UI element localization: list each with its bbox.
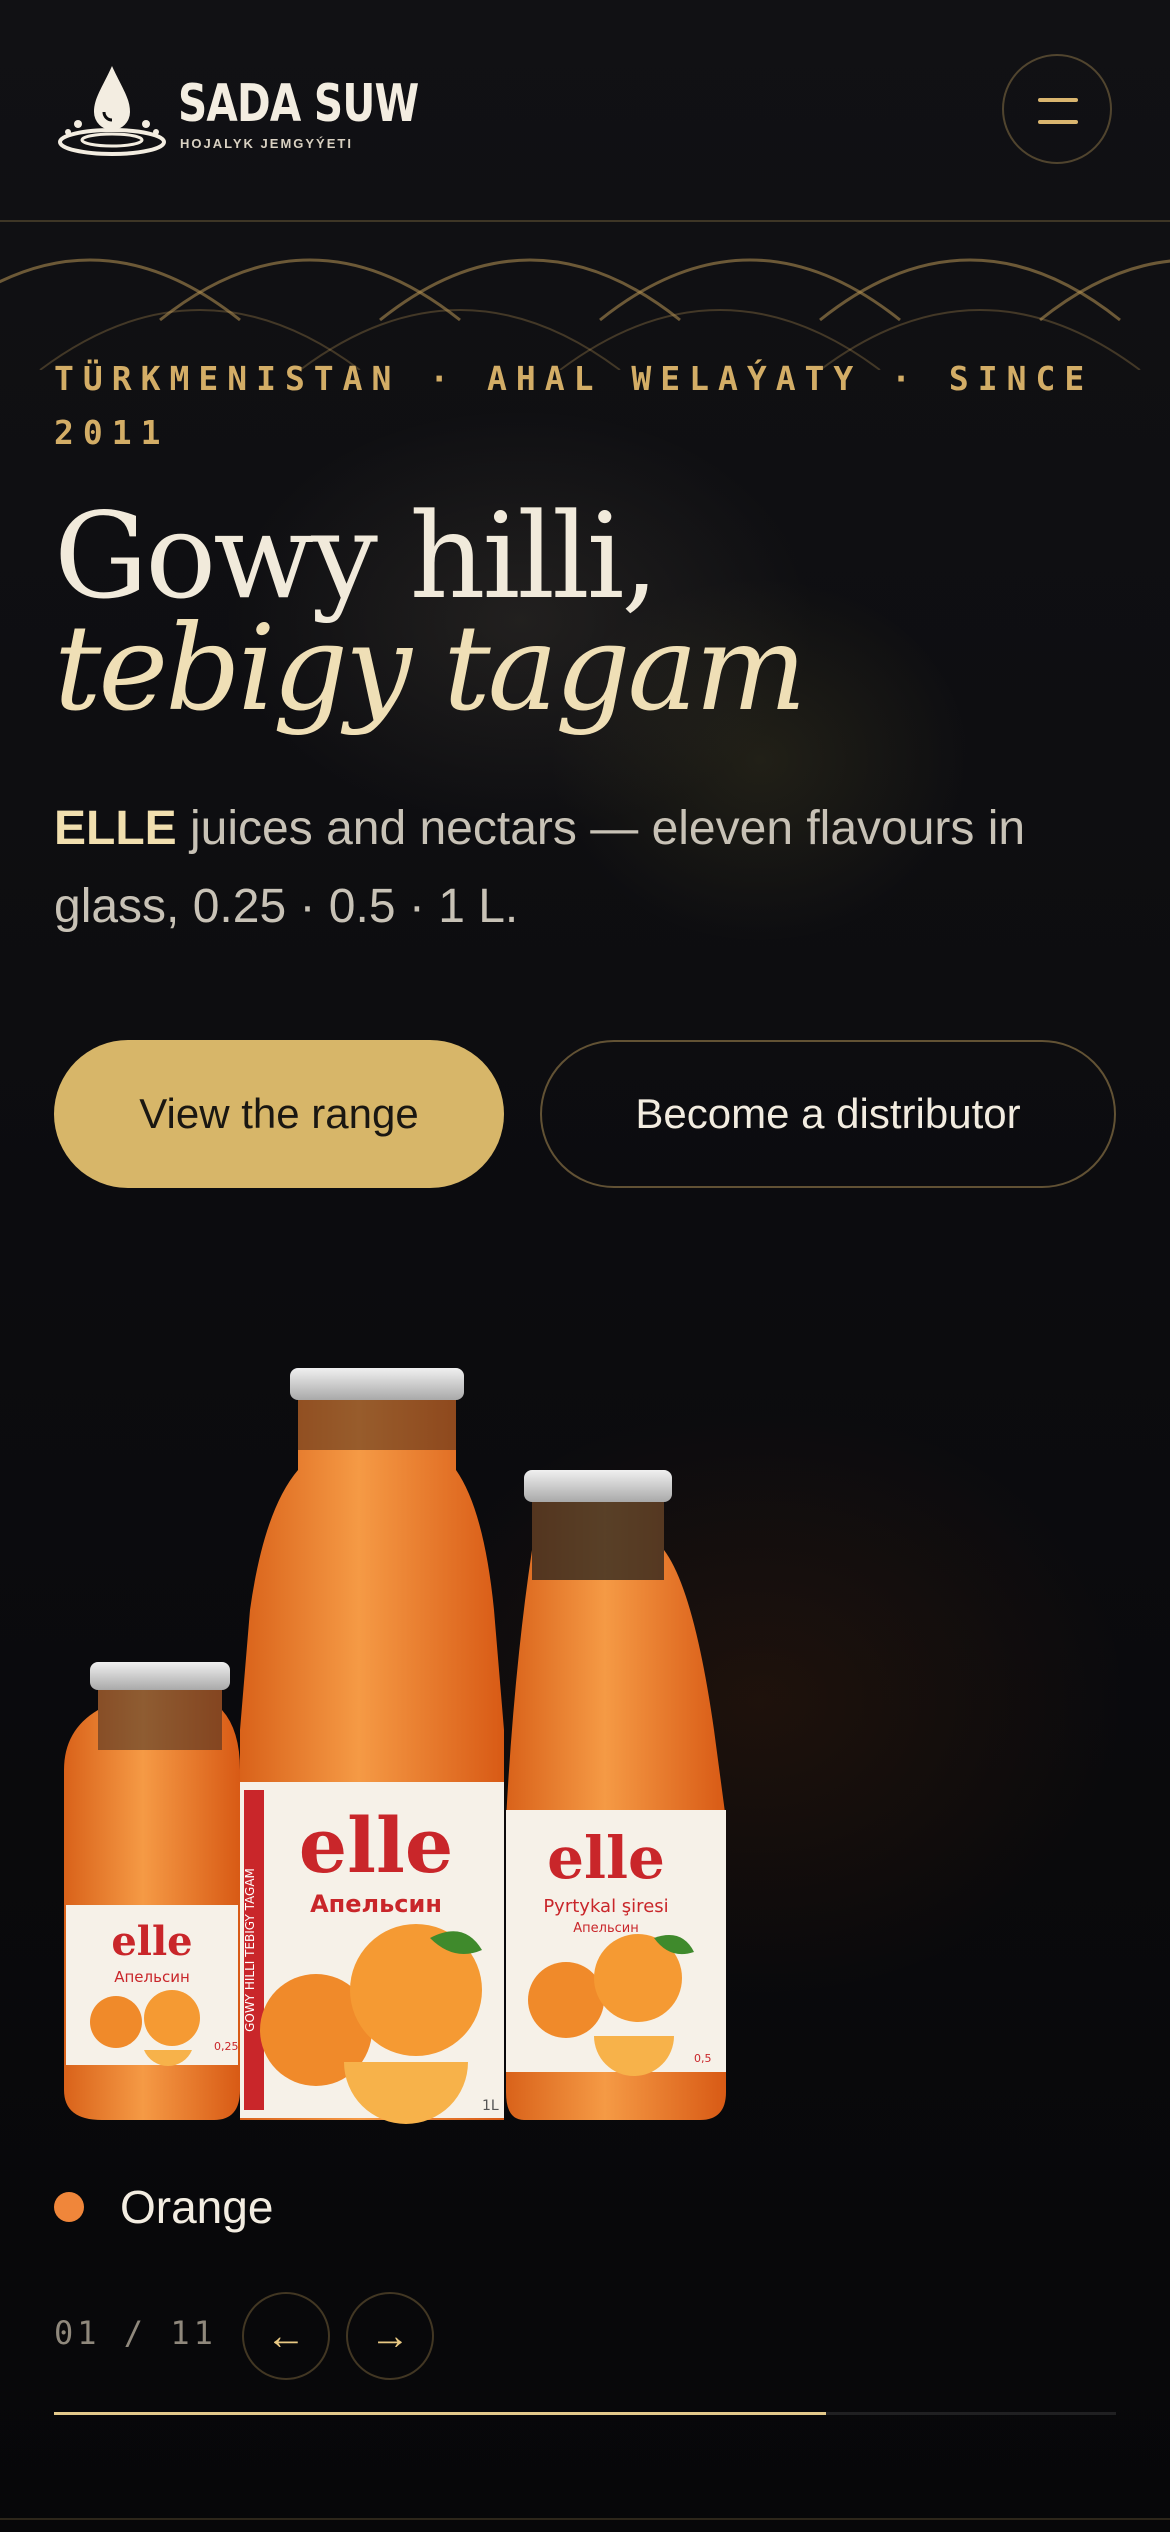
large-bottle-tagline: GOWY HILLI TEBIGY TAGAM: [243, 1868, 257, 2032]
hero-title-line2: tebigy tagam: [54, 599, 807, 737]
arrow-left-icon: ←: [266, 2313, 306, 2358]
medium-bottle-brand: elle: [547, 1824, 665, 1892]
hero-title-line1: Gowy hilli,: [54, 487, 659, 625]
next-slide-button[interactable]: →: [346, 2292, 434, 2380]
header-divider: [0, 220, 1170, 222]
hero-eyebrow: TÜRKMENISTAN · AHAL WELAÝATY · SINCE 201…: [54, 359, 1094, 452]
arrow-right-icon: →: [370, 2313, 410, 2358]
small-bottle-brand: elle: [111, 1918, 192, 1965]
become-distributor-button[interactable]: Become a distributor: [540, 1040, 1116, 1188]
medium-bottle: elle Pyrtykal şiresi Апельсин 0,5: [506, 1470, 726, 2120]
brand-logo[interactable]: SADA SUW HOJALYK JEMGYÝETI: [56, 62, 419, 162]
decorative-arches: [0, 258, 1170, 370]
carousel-progress-fill: [54, 2412, 827, 2415]
flavour-color-dot: [54, 2192, 84, 2222]
menu-icon: [1038, 98, 1078, 102]
view-range-button[interactable]: View the range: [54, 1040, 504, 1188]
flavour-indicator: Orange: [54, 2180, 273, 2234]
medium-bottle-flavour-ru: Апельсин: [573, 1921, 638, 1936]
large-bottle-size: 1L: [482, 2098, 499, 2114]
brand-highlight: ELLE: [54, 802, 177, 855]
small-bottle: elle Апельсин 0,25: [64, 1662, 240, 2120]
previous-slide-button[interactable]: ←: [242, 2292, 330, 2380]
section-divider: [0, 2518, 1170, 2520]
large-bottle-flavour: Апельсин: [310, 1890, 442, 1918]
carousel-progress-track: [54, 2412, 1116, 2415]
medium-bottle-flavour-tm: Pyrtykal şiresi: [543, 1896, 668, 1917]
brand-subtitle: HOJALYK JEMGYÝETI: [180, 136, 353, 151]
large-bottle-brand: elle: [299, 1801, 453, 1890]
product-bottles-image: elle Апельсин 0,25 GOWY HILLI TEBIGY TAG…: [64, 1368, 726, 2124]
hero-description: ELLE juices and nectars — eleven flavour…: [54, 790, 1094, 946]
hero-title: Gowy hilli, tebigy tagam: [54, 487, 807, 737]
small-bottle-size: 0,25: [214, 2040, 239, 2053]
small-bottle-flavour: Апельсин: [114, 1968, 190, 1986]
large-bottle: GOWY HILLI TEBIGY TAGAM elle Апельсин 1L: [240, 1368, 504, 2124]
water-drop-logo-icon: [58, 66, 166, 156]
menu-icon-bar: [1038, 120, 1078, 124]
medium-bottle-size: 0,5: [694, 2052, 712, 2065]
slide-counter: 01 / 11: [54, 2314, 217, 2352]
flavour-name: Orange: [120, 2181, 274, 2233]
hero-description-text: juices and nectars — eleven flavours in …: [54, 802, 1026, 933]
menu-button[interactable]: [1002, 54, 1112, 164]
brand-name: SADA SUW: [178, 74, 419, 134]
